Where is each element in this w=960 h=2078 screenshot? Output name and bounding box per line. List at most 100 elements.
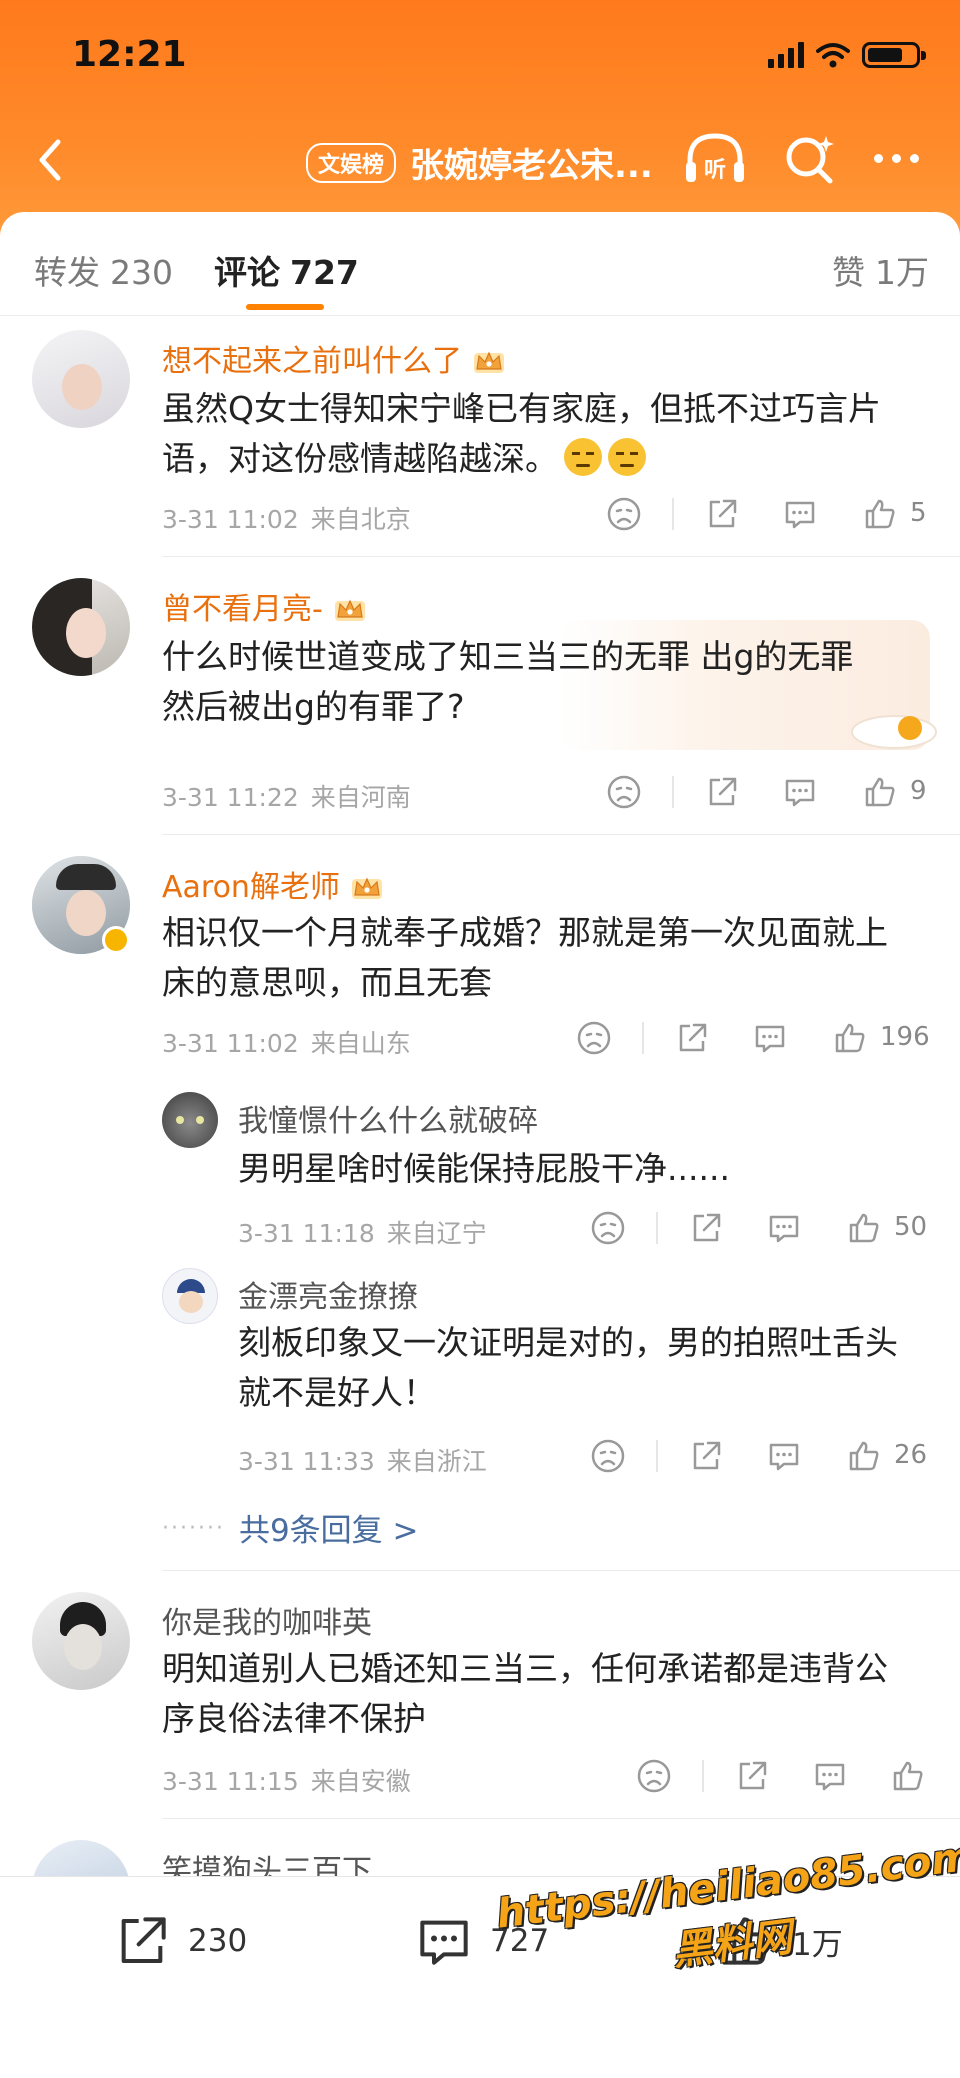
share-icon[interactable] bbox=[688, 1210, 724, 1246]
like-icon[interactable] bbox=[890, 1758, 926, 1794]
signal-icon bbox=[768, 42, 804, 68]
reply-username[interactable]: 金漂亮金撩撩 bbox=[238, 1272, 418, 1316]
comment-text: 什么时候世道变成了知三当三的无罪 出g的无罪 然后被出g的有罪了? bbox=[162, 632, 853, 732]
comment-text-line: 床的意思呗，而且无套 bbox=[162, 963, 492, 1002]
like-icon[interactable] bbox=[862, 496, 898, 532]
comment-username[interactable]: 曾不看月亮- bbox=[162, 584, 369, 628]
share-icon[interactable] bbox=[734, 1758, 770, 1794]
comment-username[interactable]: 你是我的咖啡英 bbox=[162, 1598, 372, 1642]
share-icon[interactable] bbox=[704, 496, 740, 532]
tab-likes-count: 1万 bbox=[875, 253, 929, 292]
comment-text: 相识仅一个月就奉子成婚？那就是第一次见面就上 床的意思呗，而且无套 bbox=[162, 908, 888, 1008]
crown-badge-icon bbox=[331, 595, 369, 623]
dislike-icon[interactable] bbox=[606, 496, 642, 532]
tab-bar: 转发 230 评论 727 赞 1万 bbox=[0, 212, 960, 316]
more-replies-label: 共9条回复 > bbox=[238, 1513, 419, 1549]
repost-button[interactable]: 230 bbox=[112, 1911, 247, 1971]
listen-label: 听 bbox=[704, 158, 726, 183]
dislike-icon[interactable] bbox=[576, 1020, 612, 1056]
comment-username[interactable]: Aaron解老师 bbox=[162, 862, 386, 906]
divider bbox=[162, 834, 960, 835]
comment-text-line: 序良俗法律不保护 bbox=[162, 1699, 426, 1738]
avatar[interactable] bbox=[32, 578, 130, 676]
share-icon[interactable] bbox=[688, 1438, 724, 1474]
comment-meta: 3-31 11:15 来自安徽 bbox=[162, 1762, 411, 1798]
comment-time: 3-31 11:02 bbox=[162, 1029, 299, 1058]
reply-icon[interactable] bbox=[766, 1210, 802, 1246]
reply-icon[interactable] bbox=[782, 496, 818, 532]
tab-repost[interactable]: 转发 230 bbox=[34, 246, 173, 294]
dislike-icon[interactable] bbox=[606, 774, 642, 810]
like-count: 26 bbox=[894, 1440, 928, 1470]
avatar[interactable] bbox=[32, 856, 130, 954]
like-icon[interactable] bbox=[862, 774, 898, 810]
divider bbox=[162, 556, 960, 557]
search-icon[interactable] bbox=[782, 132, 838, 188]
reply-avatar[interactable] bbox=[162, 1092, 218, 1148]
reply-icon[interactable] bbox=[782, 774, 818, 810]
reply-icon[interactable] bbox=[752, 1020, 788, 1056]
share-icon[interactable] bbox=[704, 774, 740, 810]
reply-icon[interactable] bbox=[766, 1438, 802, 1474]
like-icon[interactable] bbox=[846, 1210, 882, 1246]
comment-meta: 3-31 11:02 来自北京 bbox=[162, 500, 411, 536]
dislike-icon[interactable] bbox=[636, 1758, 672, 1794]
action-divider bbox=[656, 1440, 658, 1472]
tab-likes-label: 赞 bbox=[832, 253, 865, 292]
tab-likes[interactable]: 赞 1万 bbox=[832, 246, 929, 294]
action-divider bbox=[702, 1760, 704, 1792]
reply-location: 来自浙江 bbox=[386, 1447, 487, 1476]
reply-meta: 3-31 11:33 来自浙江 bbox=[238, 1442, 487, 1478]
avatar[interactable] bbox=[32, 330, 130, 428]
reply-location: 来自辽宁 bbox=[386, 1219, 487, 1248]
comment-icon bbox=[420, 1920, 468, 1965]
nav-title-group[interactable]: 文娱榜 张婉婷老公宋... bbox=[306, 138, 653, 187]
like-count: 5 bbox=[910, 498, 927, 528]
status-time: 12:21 bbox=[72, 34, 187, 75]
comment-meta: 3-31 11:02 来自山东 bbox=[162, 1024, 411, 1060]
like-icon[interactable] bbox=[832, 1020, 868, 1056]
listen-icon[interactable]: 听 bbox=[682, 130, 748, 190]
comment-text-line: 相识仅一个月就奉子成婚？那就是第一次见面就上 bbox=[162, 913, 888, 952]
avatar[interactable] bbox=[32, 1592, 130, 1690]
reply-text-line: 刻板印象又一次证明是对的，男的拍照吐舌头 bbox=[238, 1323, 898, 1362]
reply-icon[interactable] bbox=[812, 1758, 848, 1794]
reply-avatar[interactable] bbox=[162, 1268, 218, 1324]
comment-time: 3-31 11:15 bbox=[162, 1767, 299, 1796]
tab-active-indicator bbox=[246, 304, 324, 310]
divider bbox=[162, 1570, 960, 1571]
back-icon[interactable] bbox=[28, 132, 78, 188]
wifi-icon bbox=[816, 43, 850, 68]
crown-badge-icon bbox=[470, 347, 508, 375]
dislike-icon[interactable] bbox=[590, 1438, 626, 1474]
comment-text-line: 明知道别人已婚还知三当三，任何承诺都是违背公 bbox=[162, 1649, 888, 1688]
dislike-icon[interactable] bbox=[590, 1210, 626, 1246]
share-icon[interactable] bbox=[674, 1020, 710, 1056]
battery-icon bbox=[862, 42, 926, 68]
comment-location: 来自河南 bbox=[310, 783, 411, 812]
reply-time: 3-31 11:33 bbox=[238, 1447, 375, 1476]
comment-text: 明知道别人已婚还知三当三，任何承诺都是违背公 序良俗法律不保护 bbox=[162, 1644, 888, 1744]
comment-location: 来自北京 bbox=[310, 505, 411, 534]
more-icon[interactable] bbox=[874, 154, 919, 163]
action-divider bbox=[656, 1212, 658, 1244]
more-replies-link[interactable]: ······· 共9条回复 > bbox=[162, 1505, 419, 1550]
comment-actions: 196 bbox=[576, 1020, 936, 1060]
crown-badge-icon bbox=[348, 873, 386, 901]
reply-username[interactable]: 我憧憬什么什么就破碎 bbox=[238, 1096, 538, 1140]
comment-text-line: 虽然Q女士得知宋宁峰已有家庭，但抵不过巧言片 bbox=[162, 389, 881, 428]
comment-username-text: 想不起来之前叫什么了 bbox=[162, 344, 462, 379]
comment-time: 3-31 11:02 bbox=[162, 505, 299, 534]
comment-username[interactable]: 想不起来之前叫什么了 bbox=[162, 336, 508, 380]
reply-text-line: 就不是好人！ bbox=[238, 1373, 436, 1412]
verified-badge-icon bbox=[102, 926, 130, 954]
share-icon bbox=[121, 1917, 166, 1963]
page-title: 张婉婷老公宋... bbox=[410, 146, 653, 186]
comment-actions bbox=[636, 1758, 936, 1798]
comment-actions: 5 bbox=[606, 496, 936, 536]
tab-comments[interactable]: 评论 727 bbox=[214, 246, 359, 294]
comment-time: 3-31 11:22 bbox=[162, 783, 299, 812]
like-icon[interactable] bbox=[846, 1438, 882, 1474]
dots-decoration: ······· bbox=[162, 1516, 225, 1541]
navbar: 文娱榜 张婉婷老公宋... 听 bbox=[0, 120, 960, 200]
